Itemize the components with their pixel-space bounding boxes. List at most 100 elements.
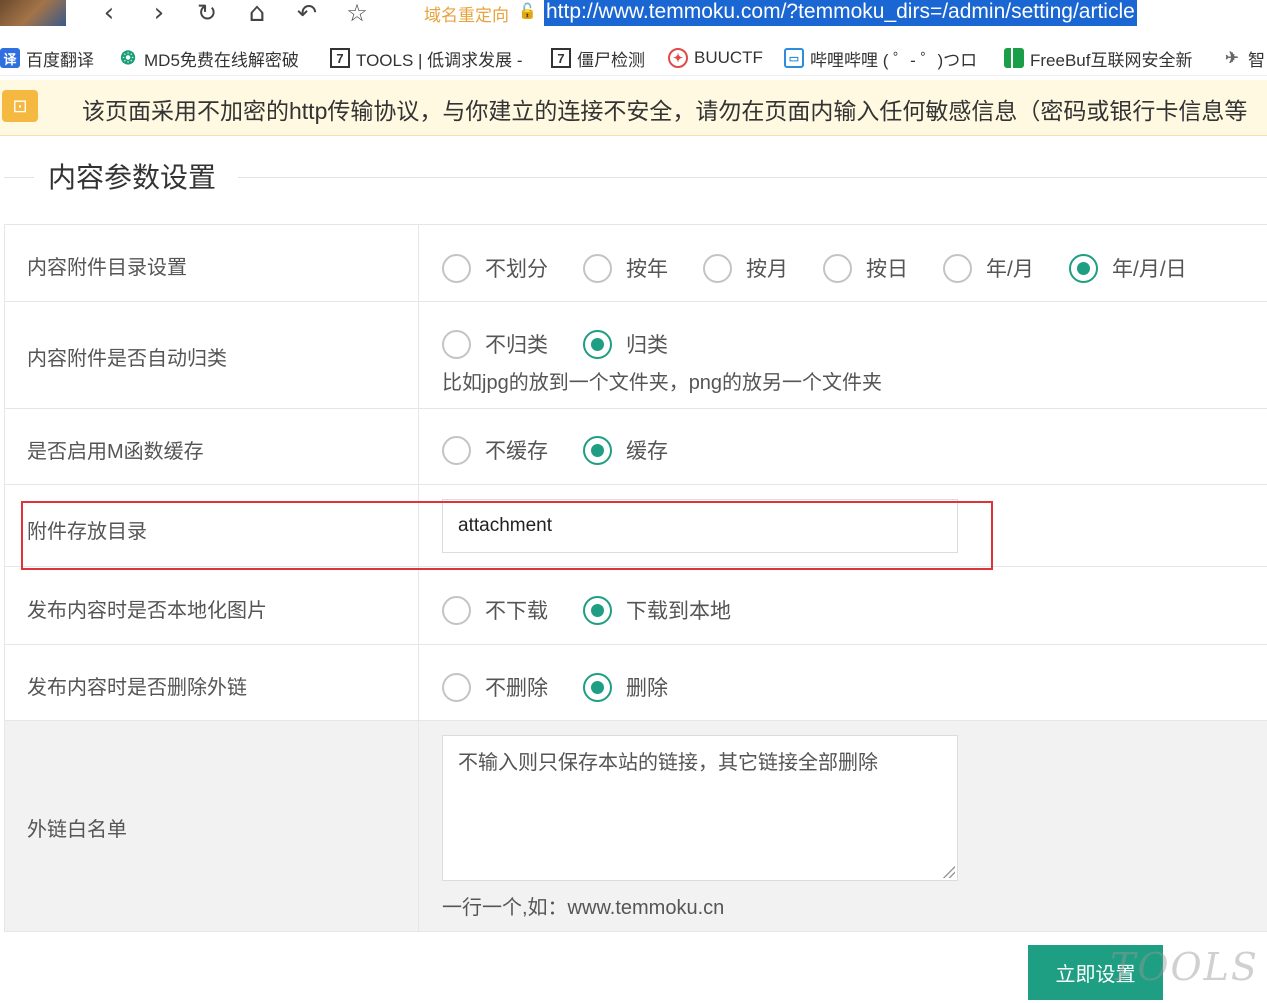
setting-label: 发布内容时是否删除外链: [27, 677, 247, 699]
radio-icon: [823, 253, 852, 283]
bookmark-label: BUUCTF: [694, 48, 763, 67]
bookmark-label: MD5免费在线解密破: [144, 50, 299, 70]
annotation-highlight-box: [21, 501, 993, 570]
bookmark-bilibili[interactable]: ▭ 哔哩哔哩 ( ゜- ゜)つロ: [784, 46, 977, 70]
radio-delete[interactable]: 删除: [583, 672, 668, 702]
radio-selected-icon: [583, 672, 612, 702]
browser-toolbar: ‹ › ↻ ⌂ ↶ ☆ 域名重定向 🔓 http://www.temmoku.c…: [0, 0, 1267, 34]
warning-text: 该页面采用不加密的http传输协议，与你建立的连接不安全，请勿在页面内输入任何敏…: [82, 98, 1248, 124]
row-label-cell: 内容附件是否自动归类: [4, 302, 419, 408]
option-label: 下载到本地: [626, 600, 731, 623]
bookmark-label: 僵尸检测: [577, 50, 645, 70]
radio-no-split[interactable]: 不划分: [442, 253, 548, 283]
table-row: 发布内容时是否本地化图片 不下载 下载到本地: [4, 567, 1267, 645]
option-label: 年/月/日: [1112, 258, 1187, 281]
row-label-cell: 是否启用M函数缓存: [4, 409, 419, 484]
tools-icon: 7: [330, 48, 350, 68]
radio-no-classify[interactable]: 不归类: [442, 329, 548, 359]
section-title: 内容参数设置: [48, 162, 217, 193]
translate-icon: 译: [0, 48, 20, 68]
bookmark-label: FreeBuf互联网安全新: [1030, 50, 1193, 70]
bookmark-baidu-translate[interactable]: 译 百度翻译: [0, 46, 94, 70]
radio-by-year[interactable]: 按年: [583, 253, 668, 283]
address-bar[interactable]: http://www.temmoku.com/?temmoku_dirs=/ad…: [544, 0, 1137, 26]
radio-year-month[interactable]: 年/月: [943, 253, 1034, 283]
md5-icon: ❂: [120, 47, 136, 68]
option-label: 不归类: [485, 334, 548, 357]
radio-icon: [442, 253, 471, 283]
forward-icon[interactable]: ›: [142, 0, 176, 28]
option-label: 不删除: [485, 677, 548, 700]
radio-icon: [442, 672, 471, 702]
row-label-cell: 发布内容时是否本地化图片: [4, 567, 419, 644]
setting-label: 发布内容时是否本地化图片: [27, 600, 267, 622]
star-icon[interactable]: ☆: [340, 0, 374, 28]
freebuf-icon: [1004, 48, 1024, 68]
classify-hint: 比如jpg的放到一个文件夹，png的放另一个文件夹: [442, 372, 883, 394]
tools-watermark: TOOLS: [1110, 945, 1259, 989]
radio-no-cache[interactable]: 不缓存: [442, 435, 548, 465]
option-label: 不下载: [485, 600, 548, 623]
undo-icon[interactable]: ↶: [290, 0, 324, 28]
radio-selected-icon: [583, 435, 612, 465]
tools-icon: 7: [551, 48, 571, 68]
option-label: 年/月: [986, 258, 1034, 281]
option-label: 按日: [866, 258, 908, 281]
bookmark-md5[interactable]: ❂ MD5免费在线解密破: [118, 46, 299, 70]
radio-by-day[interactable]: 按日: [823, 253, 908, 283]
radio-classify[interactable]: 归类: [583, 329, 668, 359]
radio-cache[interactable]: 缓存: [583, 435, 668, 465]
option-label: 缓存: [626, 440, 668, 463]
bilibili-icon: ▭: [784, 48, 804, 68]
option-label: 删除: [626, 677, 668, 700]
settings-table: 内容附件目录设置 不划分 按年 按月 按日 年/月 年/月/日 内容附件是否自动…: [4, 224, 1267, 932]
row-label-cell: 发布内容时是否删除外链: [4, 645, 419, 720]
row-label-cell: 外链白名单: [4, 721, 419, 931]
insecure-warning-banner: ⊡ 该页面采用不加密的http传输协议，与你建立的连接不安全，请勿在页面内输入任…: [0, 80, 1267, 136]
row-label-cell: 内容附件目录设置: [4, 225, 419, 301]
resize-grip-icon[interactable]: [943, 866, 955, 878]
bookmark-label: 百度翻译: [26, 50, 94, 70]
bookmark-label: 哔哩哔哩 ( ゜- ゜)つロ: [810, 50, 978, 70]
radio-year-month-day[interactable]: 年/月/日: [1069, 253, 1187, 283]
insecure-lock-icon[interactable]: 🔓: [518, 2, 537, 20]
divider: [4, 177, 34, 178]
radio-by-month[interactable]: 按月: [703, 253, 788, 283]
bookmark-label: 智: [1248, 50, 1265, 70]
bookmark-tools[interactable]: 7 TOOLS | 低调求发展 -: [330, 46, 523, 70]
radio-no-delete[interactable]: 不删除: [442, 672, 548, 702]
user-avatar[interactable]: [0, 0, 66, 26]
whitelist-hint: 一行一个,如：www.temmoku.cn: [442, 897, 725, 919]
radio-selected-icon: [583, 329, 612, 359]
setting-label: 内容附件是否自动归类: [27, 348, 227, 370]
home-icon[interactable]: ⌂: [240, 0, 274, 28]
option-label: 不缓存: [485, 440, 548, 463]
radio-icon: [442, 595, 471, 625]
refresh-icon[interactable]: ↻: [190, 0, 224, 28]
table-row: 内容附件是否自动归类 不归类 归类 比如jpg的放到一个文件夹，png的放另一个…: [4, 302, 1267, 409]
textarea-placeholder: 不输入则只保存本站的链接，其它链接全部删除: [458, 752, 878, 774]
radio-icon: [442, 435, 471, 465]
radio-download-local[interactable]: 下载到本地: [583, 595, 731, 625]
radio-no-download[interactable]: 不下载: [442, 595, 548, 625]
buuctf-icon: ✦: [668, 48, 688, 68]
divider: [238, 177, 1267, 178]
setting-label: 是否启用M函数缓存: [27, 441, 204, 463]
radio-selected-icon: [583, 595, 612, 625]
bookmark-freebuf[interactable]: FreeBuf互联网安全新: [1004, 46, 1192, 70]
option-label: 归类: [626, 334, 668, 357]
bookmarks-bar: 译 百度翻译 ❂ MD5免费在线解密破 7 TOOLS | 低调求发展 - 7 …: [0, 40, 1267, 76]
bookmark-label: TOOLS | 低调求发展 -: [356, 50, 523, 70]
radio-icon: [703, 253, 732, 283]
back-icon[interactable]: ‹: [92, 0, 126, 28]
setting-label: 外链白名单: [27, 819, 127, 841]
radio-selected-icon: [1069, 253, 1098, 283]
setting-label: 内容附件目录设置: [27, 257, 187, 279]
bookmark-buuctf[interactable]: ✦ BUUCTF: [668, 46, 763, 70]
link-whitelist-textarea[interactable]: 不输入则只保存本站的链接，其它链接全部删除: [442, 735, 958, 881]
warning-icon: ⊡: [2, 90, 38, 122]
bookmark-zombie-check[interactable]: 7 僵尸检测: [551, 46, 645, 70]
redirect-label: 域名重定向: [424, 6, 509, 26]
radio-icon: [943, 253, 972, 283]
bookmark-ai[interactable]: ✈ 智: [1222, 46, 1265, 70]
